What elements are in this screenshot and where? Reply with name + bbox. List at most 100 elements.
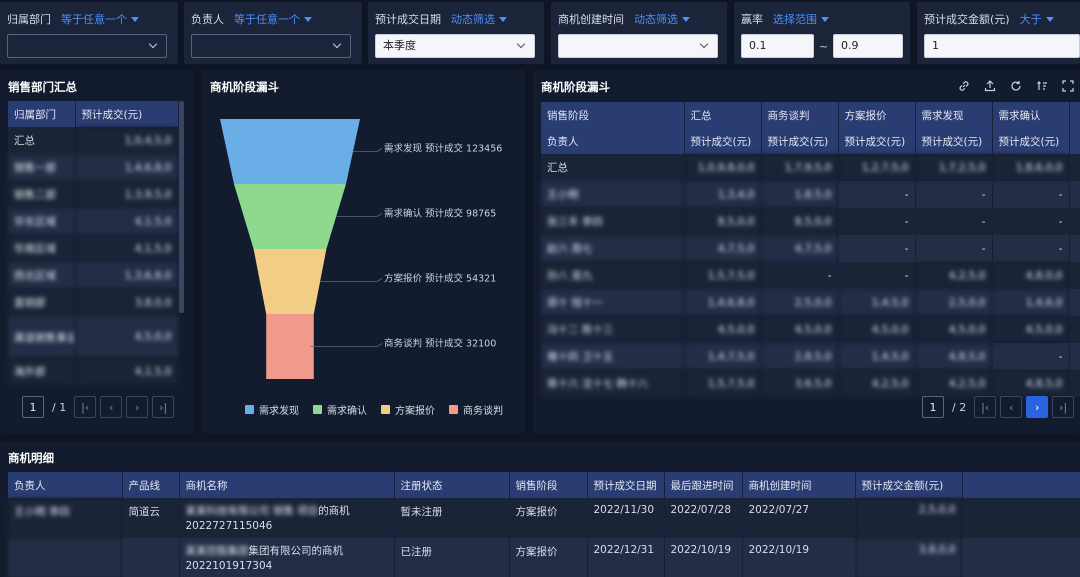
page-input[interactable]: 1 (22, 396, 44, 418)
column-header[interactable]: 需求发现 (915, 102, 993, 128)
amount-input[interactable]: 1 (924, 34, 1080, 58)
column-header[interactable]: 预计成交日期 (587, 472, 665, 498)
table-row[interactable]: 褚十四 卫十五 1,4,7,5,0 2,8,5,0 1,4,5,0 4,8,5,0- (541, 343, 1080, 370)
filter-mode-dropdown[interactable]: 大于 (1020, 13, 1054, 26)
prev-page-icon[interactable]: ‹ (100, 396, 123, 418)
filter-amount: 预计成交金额(元) 大于 1 (917, 2, 1080, 64)
table-row[interactable]: 渠道销售事业部4,5,0,0 (8, 316, 179, 358)
overflow-cell (1069, 289, 1080, 316)
column-header[interactable]: 预计成交(元) (915, 128, 993, 154)
close-date-select[interactable]: 本季度 (375, 34, 535, 58)
legend-swatch (381, 405, 390, 414)
funnel-segment-1[interactable] (234, 184, 346, 249)
column-header[interactable]: 需求确认 (992, 102, 1070, 128)
filter-mode-dropdown[interactable]: 等于任意一个 (61, 13, 139, 26)
filter-owner: 负责人 等于任意一个 (184, 2, 362, 64)
table-row[interactable]: 汇总 1,0,9,8,0,0 1,7,9,5,0 1,2,7,5,0 1,7,2,5,0… (541, 154, 1080, 181)
link-icon[interactable] (958, 80, 970, 92)
column-header[interactable]: 预计成交(元) (761, 128, 839, 154)
last-page-icon[interactable]: ›| (1052, 396, 1075, 418)
dept-cell: 华东区域 (8, 208, 76, 235)
dept-cell: 海外部 (8, 358, 76, 385)
table-row[interactable]: 王小明 李四 简道云 某某科技有限公司 销售 项目的商机 2022727115046 暂… (8, 498, 1080, 538)
filter-mode-dropdown[interactable]: 动态筛选 (451, 13, 507, 26)
refresh-icon[interactable] (1010, 80, 1022, 92)
owner-cell: 冯十二 陈十三 (541, 316, 685, 343)
filter-bar: 归属部门 等于任意一个 负责人 等于任意一个 预计成交日期 动态筛选 本季度 商机创建… (0, 0, 1080, 66)
export-icon[interactable] (984, 80, 996, 92)
owner-select[interactable] (191, 34, 351, 58)
funnel-segment-2[interactable] (253, 249, 327, 314)
page-input[interactable]: 1 (922, 396, 944, 418)
legend-item[interactable]: 需求发现 (245, 402, 299, 417)
legend-item[interactable]: 方案报价 (381, 402, 435, 417)
table-row[interactable]: 冯十二 陈十三 4,5,0,0 4,5,0,0 4,5,0,0 4,5,0,0 4,5,0… (541, 316, 1080, 343)
filter-label: 预计成交金额(元) (924, 13, 1010, 26)
column-header[interactable]: 汇总 (684, 102, 762, 128)
amount-cell: 4,1,5,0 (75, 358, 179, 385)
column-header[interactable]: 预计成交(元) (992, 128, 1070, 154)
table-row[interactable]: 蒋十六 沈十七 韩十八 1,5,7,5,0 3,6,5,0 4,2,5,0 4,2,5,… (541, 370, 1080, 397)
table-row[interactable]: 华东区域 4,1,5,0 (8, 208, 179, 235)
table-row[interactable]: 海外部 4,1,5,0 (8, 358, 179, 385)
last-page-icon[interactable]: ›| (152, 396, 175, 418)
filter-mode-dropdown[interactable]: 选择范围 (773, 13, 829, 26)
win-rate-min-input[interactable]: 0.1 (741, 34, 814, 58)
column-header[interactable]: 最后跟进时间 (664, 472, 743, 498)
fullscreen-icon[interactable] (1062, 80, 1074, 92)
column-header[interactable]: 商机名称 (179, 472, 395, 498)
filter-mode-dropdown[interactable]: 动态筛选 (634, 13, 690, 26)
table-row[interactable]: 销售一部 1,4,6,8,0 (8, 154, 179, 181)
column-header[interactable]: 销售阶段 (541, 102, 685, 128)
table-row[interactable]: 汇总 1,0,4,5,0 (8, 127, 179, 154)
next-page-icon[interactable]: › (1026, 396, 1049, 418)
prev-page-icon[interactable]: ‹ (1000, 396, 1023, 418)
amount-cell: 1,8,6,0,0 (992, 154, 1070, 181)
column-header[interactable]: 商机创建时间 (742, 472, 856, 498)
table-row[interactable]: 直销部 3,8,0,0 (8, 289, 179, 316)
table-row[interactable]: 王小明 1,3,4,0 1,8,5,0- - - (541, 181, 1080, 208)
table-row[interactable]: 华南区域 4,1,5,0 (8, 235, 179, 262)
first-page-icon[interactable]: |‹ (74, 396, 97, 418)
table-row[interactable]: 某某控股集团集团有限公司的商机 2022101917304 已注册 方案报价 2022/… (8, 538, 1080, 577)
funnel-segment-3[interactable] (266, 314, 314, 379)
next-page-icon[interactable]: › (126, 396, 149, 418)
table-row[interactable]: 郑十 钱十一 1,4,6,8,0 2,5,0,0 1,4,5,0 2,5,0,0 1,4,… (541, 289, 1080, 316)
legend-item[interactable]: 需求确认 (313, 402, 367, 417)
table-row[interactable]: 销售二部 1,3,9,5,0 (8, 181, 179, 208)
first-page-icon[interactable]: |‹ (974, 396, 997, 418)
column-header[interactable]: 方案报价 (838, 102, 916, 128)
column-header[interactable]: 商务谈判 (761, 102, 839, 128)
win-rate-max-input[interactable]: 0.9 (833, 34, 903, 58)
column-header[interactable]: 产品线 (122, 472, 180, 498)
scrollbar[interactable] (179, 101, 184, 313)
stage-cell: 方案报价 (509, 498, 588, 538)
table-row[interactable]: 张三丰 李四 8,5,0,0 8,5,0,0- - - (541, 208, 1080, 235)
table-row[interactable]: 西北区域 1,3,6,8,0 (8, 262, 179, 289)
funnel-label: 需求发现 预计成交 123456 (384, 143, 502, 155)
owner-cell: 蒋十六 沈十七 韩十八 (541, 370, 685, 397)
amount-cell: - (838, 181, 916, 208)
table-row[interactable]: 孙八 吴九 1,5,7,5,0- -4,2,5,0 4,8,0,0 (541, 262, 1080, 289)
last-follow-cell: 2022/07/28 (664, 498, 743, 538)
sort-icon[interactable] (1036, 80, 1048, 92)
column-header[interactable]: 负责人 (8, 472, 123, 498)
filter-mode-dropdown[interactable]: 等于任意一个 (234, 13, 312, 26)
opportunity-name-cell[interactable]: 某某科技有限公司 销售 项目的商机 2022727115046 (179, 498, 395, 538)
legend-item[interactable]: 商务谈判 (449, 402, 503, 417)
department-select[interactable] (7, 34, 167, 58)
dept-cell: 销售二部 (8, 181, 76, 208)
column-header[interactable]: 预计成交(元) (838, 128, 916, 154)
column-header[interactable]: 预计成交(元) (684, 128, 762, 154)
column-header[interactable]: 预计成交(元) (75, 101, 179, 127)
table-row[interactable]: 赵六 周七 4,7,5,0 4,7,5,0- - - (541, 235, 1080, 262)
column-header[interactable]: 负责人 (541, 128, 685, 154)
column-header[interactable]: 销售阶段 (509, 472, 588, 498)
opportunity-name-cell[interactable]: 某某控股集团集团有限公司的商机 2022101917304 (179, 538, 395, 577)
column-header[interactable]: 预计成交金额(元) (855, 472, 963, 498)
column-header[interactable]: 归属部门 (8, 101, 76, 127)
close-date-cell: 2022/11/30 (587, 498, 665, 538)
created-time-select[interactable] (558, 34, 718, 58)
funnel-segment-0[interactable] (220, 119, 360, 184)
column-header[interactable]: 注册状态 (394, 472, 510, 498)
